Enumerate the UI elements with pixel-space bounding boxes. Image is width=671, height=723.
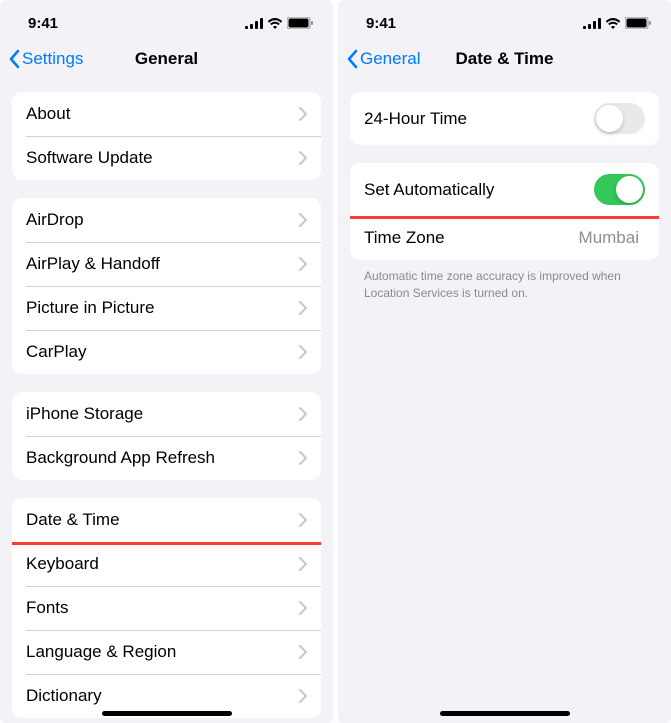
row-label: Keyboard xyxy=(26,554,99,574)
row-airdrop[interactable]: AirDrop xyxy=(12,198,321,242)
row-language-region[interactable]: Language & Region xyxy=(12,630,321,674)
battery-icon xyxy=(625,17,651,29)
row-label: Time Zone xyxy=(364,228,445,248)
content: About Software Update AirDrop AirPlay & … xyxy=(0,82,333,723)
toggle-24-hour[interactable] xyxy=(594,103,645,134)
chevron-right-icon xyxy=(299,345,307,359)
row-label: Set Automatically xyxy=(364,180,494,200)
row-carplay[interactable]: CarPlay xyxy=(12,330,321,374)
row-time-zone[interactable]: Time Zone Mumbai xyxy=(350,216,659,260)
row-set-automatically[interactable]: Set Automatically xyxy=(350,163,659,216)
row-date-time[interactable]: Date & Time xyxy=(12,498,321,542)
row-value: Mumbai xyxy=(579,228,639,248)
page-title: Date & Time xyxy=(456,49,554,69)
chevron-right-icon xyxy=(299,107,307,121)
back-label: General xyxy=(360,49,420,69)
row-keyboard[interactable]: Keyboard xyxy=(12,542,321,586)
chevron-right-icon xyxy=(299,601,307,615)
status-icons xyxy=(583,17,651,29)
status-bar: 9:41 xyxy=(0,0,333,40)
chevron-right-icon xyxy=(299,257,307,271)
phone-date-time: 9:41 General Date & Time 24-Hour Time Se… xyxy=(338,0,671,723)
wifi-icon xyxy=(267,18,283,29)
row-fonts[interactable]: Fonts xyxy=(12,586,321,630)
chevron-right-icon xyxy=(299,645,307,659)
toggle-set-automatically[interactable] xyxy=(594,174,645,205)
chevron-right-icon xyxy=(299,513,307,527)
home-indicator[interactable] xyxy=(102,711,232,716)
row-label: AirPlay & Handoff xyxy=(26,254,160,274)
row-label: CarPlay xyxy=(26,342,86,362)
battery-icon xyxy=(287,17,313,29)
chevron-right-icon xyxy=(299,451,307,465)
nav-bar: Settings General xyxy=(0,40,333,82)
row-label: Picture in Picture xyxy=(26,298,155,318)
cellular-icon xyxy=(245,18,263,29)
row-24-hour-time[interactable]: 24-Hour Time xyxy=(350,92,659,145)
back-button[interactable]: Settings xyxy=(8,49,83,69)
home-indicator[interactable] xyxy=(440,711,570,716)
nav-bar: General Date & Time xyxy=(338,40,671,82)
group-auto: Set Automatically Time Zone Mumbai xyxy=(350,163,659,260)
group-3: iPhone Storage Background App Refresh xyxy=(12,392,321,480)
group-2: AirDrop AirPlay & Handoff Picture in Pic… xyxy=(12,198,321,374)
row-label: Language & Region xyxy=(26,642,176,662)
row-about[interactable]: About xyxy=(12,92,321,136)
status-bar: 9:41 xyxy=(338,0,671,40)
row-label: iPhone Storage xyxy=(26,404,143,424)
status-icons xyxy=(245,17,313,29)
content: 24-Hour Time Set Automatically Time Zone… xyxy=(338,82,671,723)
chevron-right-icon xyxy=(299,557,307,571)
row-background-app-refresh[interactable]: Background App Refresh xyxy=(12,436,321,480)
chevron-right-icon xyxy=(299,151,307,165)
footer-text: Automatic time zone accuracy is improved… xyxy=(364,268,645,302)
status-time: 9:41 xyxy=(28,15,58,32)
row-label: AirDrop xyxy=(26,210,84,230)
chevron-left-icon xyxy=(8,49,20,69)
group-24hour: 24-Hour Time xyxy=(350,92,659,145)
group-1: About Software Update xyxy=(12,92,321,180)
page-title: General xyxy=(135,49,198,69)
phone-general: 9:41 Settings General About Software Upd… xyxy=(0,0,333,723)
back-label: Settings xyxy=(22,49,83,69)
row-label: Date & Time xyxy=(26,510,120,530)
row-label: Background App Refresh xyxy=(26,448,215,468)
row-label: Software Update xyxy=(26,148,153,168)
chevron-right-icon xyxy=(299,689,307,703)
row-airplay-handoff[interactable]: AirPlay & Handoff xyxy=(12,242,321,286)
row-label: About xyxy=(26,104,70,124)
group-4: Date & Time Keyboard Fonts Language & Re… xyxy=(12,498,321,718)
chevron-right-icon xyxy=(299,213,307,227)
row-label: 24-Hour Time xyxy=(364,109,467,129)
row-label: Fonts xyxy=(26,598,69,618)
chevron-right-icon xyxy=(299,407,307,421)
chevron-left-icon xyxy=(346,49,358,69)
chevron-right-icon xyxy=(299,301,307,315)
row-label: Dictionary xyxy=(26,686,102,706)
row-picture-in-picture[interactable]: Picture in Picture xyxy=(12,286,321,330)
row-iphone-storage[interactable]: iPhone Storage xyxy=(12,392,321,436)
back-button[interactable]: General xyxy=(346,49,420,69)
wifi-icon xyxy=(605,18,621,29)
cellular-icon xyxy=(583,18,601,29)
status-time: 9:41 xyxy=(366,15,396,32)
row-software-update[interactable]: Software Update xyxy=(12,136,321,180)
